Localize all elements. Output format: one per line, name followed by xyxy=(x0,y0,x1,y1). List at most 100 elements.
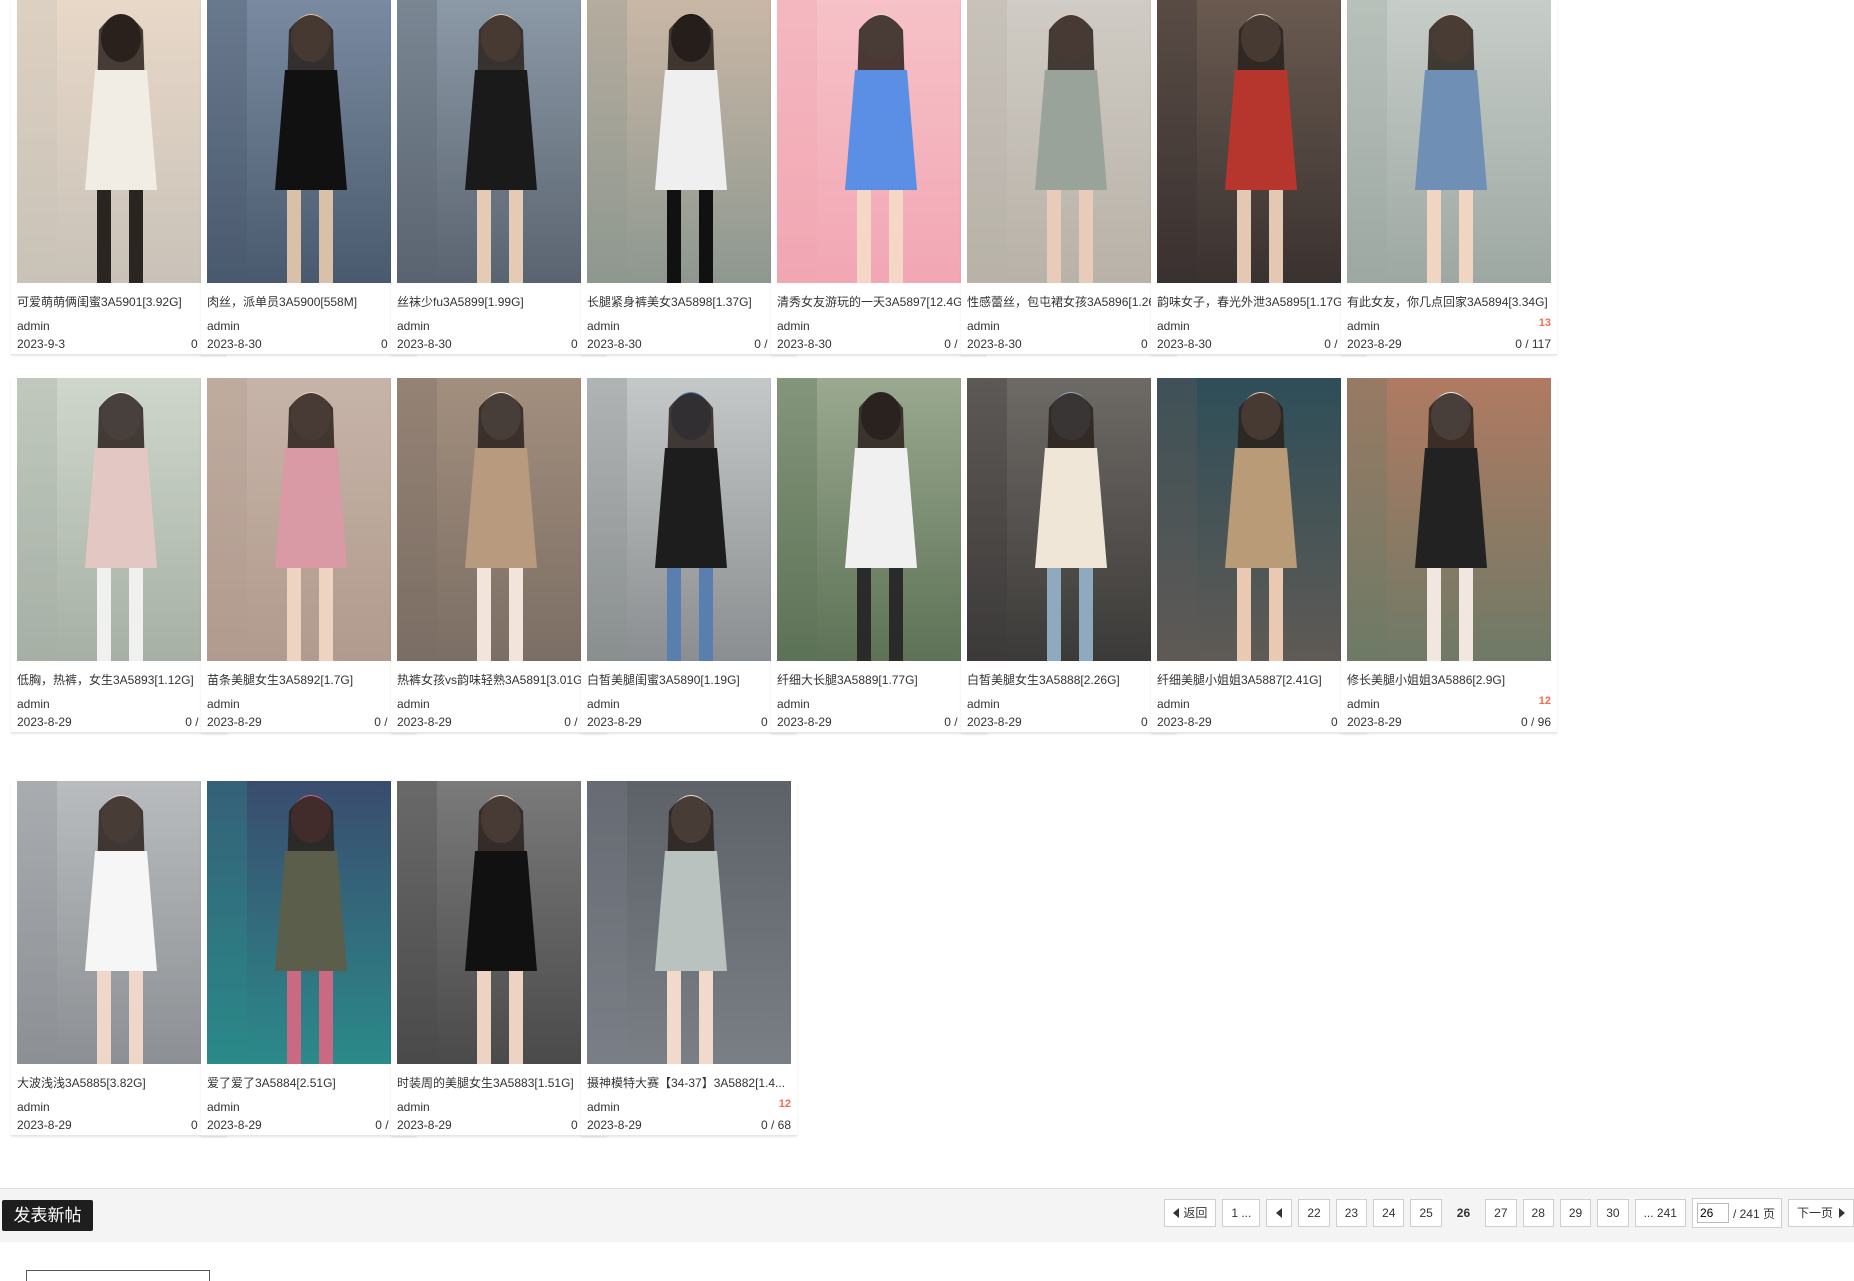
thread-author[interactable]: admin xyxy=(1157,318,1190,334)
thread-title[interactable]: 有此女友，你几点回家3A5894[3.34G] xyxy=(1347,294,1551,310)
thread-author[interactable]: admin xyxy=(17,1099,50,1115)
thread-card[interactable]: 丝袜少fu3A5899[1.99G]admin122023-8-300 / 90 xyxy=(391,0,607,355)
thread-stats: 0 / 96 xyxy=(1520,715,1551,729)
thread-title[interactable]: 长腿紧身裤美女3A5898[1.37G] xyxy=(587,294,791,310)
woman-fashion-week-photo[interactable] xyxy=(397,781,601,1064)
three-women-sportswear-photo[interactable] xyxy=(207,781,411,1064)
thread-author[interactable]: admin xyxy=(207,1099,240,1115)
woman-mirror-selfie-photo[interactable] xyxy=(1157,378,1361,661)
thread-author[interactable]: admin xyxy=(17,696,50,712)
thread-card[interactable]: 韵味女子，春光外泄3A5895[1.17G]admin112023-8-300 … xyxy=(1151,0,1367,355)
page-link[interactable]: 27 xyxy=(1485,1199,1517,1227)
woman-black-skirt-photo[interactable] xyxy=(1347,378,1551,661)
woman-shorts-street-photo[interactable] xyxy=(777,378,981,661)
prev-page-button[interactable] xyxy=(1266,1199,1293,1227)
page-link[interactable]: 26 xyxy=(1448,1199,1479,1227)
page-last-link[interactable]: ... 241 xyxy=(1634,1199,1686,1227)
thread-title[interactable]: 白皙美腿女生3A5888[2.26G] xyxy=(967,672,1171,688)
woman-pink-dress-photo[interactable] xyxy=(207,378,411,661)
thread-author[interactable]: admin xyxy=(967,696,1000,712)
thread-card[interactable]: 热裤女孩vs韵味轻熟3A5891[3.01G]admin132023-8-290… xyxy=(391,378,607,733)
thread-title[interactable]: 爱了爱了3A5884[2.51G] xyxy=(207,1075,411,1091)
thread-author[interactable]: admin xyxy=(1347,318,1380,334)
woman-trench-coat-photo[interactable] xyxy=(397,378,601,661)
page-first-link[interactable]: 1 ... xyxy=(1222,1199,1261,1227)
thread-title[interactable]: 摄神模特大赛【34-37】3A5882[1.4... xyxy=(587,1075,791,1091)
next-page-button[interactable]: 下一页 xyxy=(1787,1199,1854,1227)
page-link[interactable]: 28 xyxy=(1522,1199,1554,1227)
back-button[interactable]: 返回 xyxy=(1164,1199,1217,1227)
thread-title[interactable]: 低胸，热裤，女生3A5893[1.12G] xyxy=(17,672,221,688)
page-link[interactable]: 30 xyxy=(1597,1199,1629,1227)
thread-author[interactable]: admin xyxy=(207,318,240,334)
thread-title[interactable]: 时装周的美腿女生3A5883[1.51G] xyxy=(397,1075,601,1091)
thread-author[interactable]: admin xyxy=(587,1099,620,1115)
thread-card[interactable]: 可爱萌萌俩闺蜜3A5901[3.92G]admin102023-9-30 / 9… xyxy=(11,0,227,355)
thread-card[interactable]: 低胸，热裤，女生3A5893[1.12G]admin132023-8-290 /… xyxy=(11,378,227,733)
thread-title[interactable]: 纤细美腿小姐姐3A5887[2.41G] xyxy=(1157,672,1361,688)
woman-black-blazer-photo[interactable] xyxy=(397,0,601,283)
thread-card[interactable]: 白皙美腿闺蜜3A5890[1.19G]admin112023-8-290 / 8… xyxy=(581,378,797,733)
two-women-street-photo[interactable] xyxy=(17,0,221,283)
woman-white-dress-photo[interactable] xyxy=(17,781,221,1064)
page-link[interactable]: 22 xyxy=(1298,1199,1330,1227)
thread-author[interactable]: admin xyxy=(587,318,620,334)
thread-title[interactable]: 韵味女子，春光外泄3A5895[1.17G] xyxy=(1157,294,1361,310)
thread-card[interactable]: 爱了爱了3A5884[2.51G]admin202023-8-290 / 116 xyxy=(201,781,417,1136)
woman-blue-swimsuit-photo[interactable] xyxy=(777,0,981,283)
thread-card[interactable]: 有此女友，你几点回家3A5894[3.34G] admin 13 2023-8-29 0… xyxy=(1341,0,1557,355)
woman-denim-outfit-photo[interactable] xyxy=(1347,0,1551,283)
two-women-back-view-photo[interactable] xyxy=(587,378,791,661)
thread-title[interactable]: 修长美腿小姐姐3A5886[2.9G] xyxy=(1347,672,1551,688)
thread-card[interactable]: 苗条美腿女生3A5892[1.7G]admin112023-8-290 / 10… xyxy=(201,378,417,733)
new-post-button[interactable]: 发表新帖 xyxy=(2,1200,93,1231)
woman-pink-top-photo[interactable] xyxy=(17,378,221,661)
thread-title[interactable]: 清秀女友游玩的一天3A5897[12.4G] xyxy=(777,294,981,310)
thread-title[interactable]: 肉丝，派单员3A5900[558M] xyxy=(207,294,411,310)
model-contest-photo[interactable] xyxy=(587,781,791,1064)
thread-card[interactable]: 时装周的美腿女生3A5883[1.51G]admin102023-8-290 /… xyxy=(391,781,607,1136)
thread-author[interactable]: admin xyxy=(397,696,430,712)
thread-card[interactable]: 纤细大长腿3A5889[1.77G]admin112023-8-290 / 12… xyxy=(771,378,987,733)
footer-search-box[interactable] xyxy=(26,1270,210,1281)
thread-card[interactable]: 纤细美腿小姐姐3A5887[2.41G]admin102023-8-290 / … xyxy=(1151,378,1367,733)
thread-author[interactable]: admin xyxy=(777,696,810,712)
woman-red-dress-photo[interactable] xyxy=(1157,0,1361,283)
page-link[interactable]: 23 xyxy=(1335,1199,1368,1227)
page-link[interactable]: 24 xyxy=(1373,1199,1405,1227)
thread-title[interactable]: 性感蕾丝，包屯裙女孩3A5896[1.26G] xyxy=(967,294,1171,310)
thread-author[interactable]: admin xyxy=(397,1099,430,1115)
thread-card[interactable]: 摄神模特大赛【34-37】3A5882[1.4... admin 12 2023-8-… xyxy=(581,781,797,1136)
thread-card[interactable]: 长腿紧身裤美女3A5898[1.37G]admin142023-8-300 / … xyxy=(581,0,797,355)
thread-title[interactable]: 苗条美腿女生3A5892[1.7G] xyxy=(207,672,411,688)
thread-card[interactable]: 大波浅浅3A5885[3.82G]admin122023-8-290 / 93 xyxy=(11,781,227,1136)
thread-title[interactable]: 热裤女孩vs韵味轻熟3A5891[3.01G] xyxy=(397,672,601,688)
thread-card[interactable]: 肉丝，派单员3A5900[558M]admin92023-8-300 / 93 xyxy=(201,0,417,355)
thread-author[interactable]: admin xyxy=(17,318,50,334)
thread-author[interactable]: admin xyxy=(777,318,810,334)
page-link[interactable]: 29 xyxy=(1559,1199,1592,1227)
woman-grey-dress-photo[interactable] xyxy=(967,0,1171,283)
page-jump-input[interactable] xyxy=(1696,1203,1729,1223)
thread-title[interactable]: 大波浅浅3A5885[3.82G] xyxy=(17,1075,221,1091)
thread-title[interactable]: 可爱萌萌俩闺蜜3A5901[3.92G] xyxy=(17,294,221,310)
thread-title[interactable]: 纤细大长腿3A5889[1.77G] xyxy=(777,672,981,688)
woman-denim-skirt-photo[interactable] xyxy=(967,378,1171,661)
thread-author[interactable]: admin xyxy=(207,696,240,712)
thread-author[interactable]: admin xyxy=(967,318,1000,334)
thread-card[interactable]: 清秀女友游玩的一天3A5897[12.4G]admin122023-8-300 … xyxy=(771,0,987,355)
thread-card[interactable]: 修长美腿小姐姐3A5886[2.9G] admin 12 2023-8-29 0 / 9… xyxy=(1341,378,1557,733)
woman-black-dress-photo[interactable] xyxy=(207,0,411,283)
thread-card[interactable]: 性感蕾丝，包屯裙女孩3A5896[1.26G]admin122023-8-300… xyxy=(961,0,1177,355)
chevron-left-icon xyxy=(1276,1208,1283,1218)
thread-card[interactable]: 白皙美腿女生3A5888[2.26G]admin112023-8-290 / 8… xyxy=(961,378,1177,733)
thread-author[interactable]: admin xyxy=(587,696,620,712)
thread-title[interactable]: 丝袜少fu3A5899[1.99G] xyxy=(397,294,601,310)
thread-author[interactable]: admin xyxy=(1157,696,1190,712)
thread-author[interactable]: admin xyxy=(397,318,430,334)
page-link[interactable]: 25 xyxy=(1410,1199,1442,1227)
thread-author[interactable]: admin xyxy=(1347,696,1380,712)
woman-white-jacket-photo[interactable] xyxy=(587,0,791,283)
thread-title[interactable]: 白皙美腿闺蜜3A5890[1.19G] xyxy=(587,672,791,688)
footer xyxy=(0,1242,1854,1281)
